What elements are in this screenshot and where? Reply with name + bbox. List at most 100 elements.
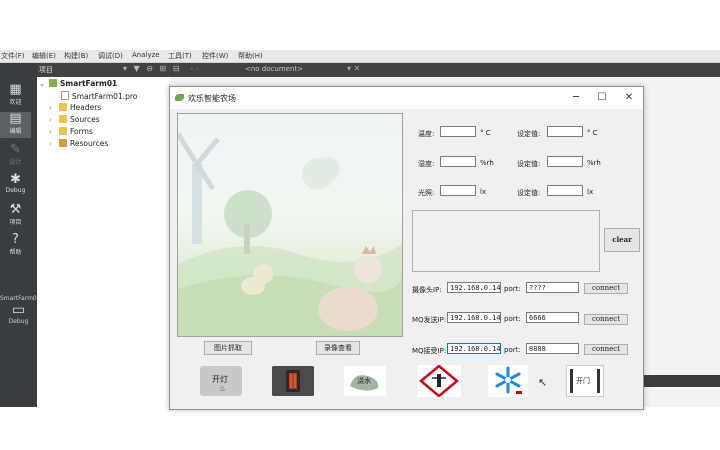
mq-send-ip-field[interactable]: 192.168.0.144 xyxy=(447,312,501,323)
close-button[interactable]: ✕ xyxy=(619,90,639,106)
maximize-button[interactable]: ☐ xyxy=(592,90,612,106)
chevron-right-icon[interactable]: › xyxy=(49,103,59,112)
light-setpoint-field[interactable] xyxy=(547,185,583,196)
humidity-unit: %rh xyxy=(480,159,494,167)
record-view-button[interactable]: 录像查看 xyxy=(316,341,360,355)
menu-edit[interactable]: 编辑(E) xyxy=(32,51,56,61)
chevron-right-icon[interactable]: › xyxy=(49,127,59,136)
forms-folder-icon xyxy=(59,127,67,135)
ventilation-button[interactable] xyxy=(417,365,461,397)
mq-recv-port-field[interactable]: 8888 xyxy=(526,343,579,354)
mode-help[interactable]: ? 帮助 xyxy=(0,233,31,257)
message-log[interactable] xyxy=(412,210,600,272)
tree-item-resources[interactable]: › Resources xyxy=(49,139,108,151)
mq-recv-ip-label: MQ接受IP: xyxy=(412,347,447,355)
camera-ip-label: 摄像头IP: xyxy=(412,286,442,294)
menu-tools[interactable]: 工具(T) xyxy=(168,51,192,61)
document-label[interactable]: <no document> xyxy=(245,65,303,73)
tree-item-sources[interactable]: › Sources xyxy=(49,115,100,127)
project-icon xyxy=(49,79,57,87)
menu-debug[interactable]: 调试(D) xyxy=(98,51,123,61)
filter-icon[interactable]: ▾ ▼ ⊖ ⊞ ⊟ xyxy=(123,64,181,73)
water-label: 浇水 xyxy=(357,377,371,385)
mode-projects-label: 项目 xyxy=(9,219,22,226)
capture-button[interactable]: 图片抓取 xyxy=(204,341,252,355)
chevron-right-icon[interactable]: › xyxy=(49,115,59,124)
output-pane-bar xyxy=(640,375,720,387)
lock-folder-icon xyxy=(59,139,67,147)
projects-label: 项目 xyxy=(39,66,53,74)
tree-item-pro[interactable]: SmartFarm01.pro xyxy=(61,91,137,103)
clear-button[interactable]: clear xyxy=(604,228,640,252)
tree-forms-label: Forms xyxy=(70,127,93,136)
grid-icon: ▦ xyxy=(9,82,22,97)
close-document-icon[interactable]: ▾ ✕ xyxy=(347,64,360,73)
chevron-down-icon[interactable]: ⌄ xyxy=(39,79,49,88)
temperature-setpoint-field[interactable] xyxy=(547,126,583,137)
humidity-field[interactable] xyxy=(440,156,476,167)
mode-edit-label: 编辑 xyxy=(9,128,22,135)
mode-projects[interactable]: ⚒ 项目 xyxy=(0,202,31,227)
camera-connect-button[interactable]: connect xyxy=(584,283,628,294)
window-title: 欢乐智能农场 xyxy=(188,94,236,103)
light-on-button[interactable]: 开灯 ♨ xyxy=(200,366,242,396)
folder-icon xyxy=(59,103,67,111)
tree-item-forms[interactable]: › Forms xyxy=(49,127,93,139)
temperature-field[interactable] xyxy=(440,126,476,137)
qtc-toolbar: 项目 ▾ ▼ ⊖ ⊞ ⊟ ‹ › <no document> ▾ ✕ xyxy=(37,63,720,77)
light-set-label: 设定值: xyxy=(517,189,541,197)
mouse-cursor-icon: ↖ xyxy=(538,376,548,389)
smart-farm-window: 欢乐智能农场 ─ ☐ ✕ 图片抓取 录像查看 温度: ° C 设定值: ° C xyxy=(169,86,644,410)
pencil-icon: ✎ xyxy=(10,142,21,157)
water-button[interactable]: 浇水 xyxy=(344,366,386,396)
mode-design[interactable]: ✎ 设计 xyxy=(0,142,31,167)
heater-button[interactable] xyxy=(272,366,314,396)
humidity-set-label: 设定值: xyxy=(517,160,541,168)
mode-help-label: 帮助 xyxy=(9,249,22,256)
camera-ip-field[interactable]: 192.168.0.144 xyxy=(447,282,501,293)
window-titlebar[interactable]: 欢乐智能农场 ─ ☐ ✕ xyxy=(170,87,643,109)
light-set-unit: lx xyxy=(587,188,594,196)
humidity-set-unit: %rh xyxy=(587,159,601,167)
heater-icon xyxy=(272,366,314,396)
light-unit: lx xyxy=(480,188,487,196)
file-icon xyxy=(61,91,69,100)
tree-sources-label: Sources xyxy=(70,115,100,124)
mq-send-connect-button[interactable]: connect xyxy=(584,314,628,325)
cooling-button[interactable] xyxy=(488,365,528,397)
menu-help[interactable]: 帮助(H) xyxy=(238,51,263,61)
monitor-icon: ▭ xyxy=(11,302,26,318)
mode-welcome[interactable]: ▦ 欢迎 xyxy=(0,82,31,107)
tree-item-headers[interactable]: › Headers xyxy=(49,103,101,115)
mq-recv-connect-button[interactable]: connect xyxy=(584,344,628,355)
mq-send-port-label: port: xyxy=(504,315,521,323)
menu-file[interactable]: 文件(F) xyxy=(1,51,25,61)
menu-build[interactable]: 构建(B) xyxy=(64,51,88,61)
minimize-button[interactable]: ─ xyxy=(566,90,586,106)
wrench-icon: ⚒ xyxy=(9,202,22,217)
mq-recv-ip-field[interactable]: 192.168.0.144 xyxy=(447,343,501,354)
mode-debug[interactable]: ✱ Debug xyxy=(0,172,31,195)
open-door-label: 开门 xyxy=(576,377,590,385)
mode-edit[interactable]: ▤ 编辑 xyxy=(0,112,31,138)
farm-illustration xyxy=(178,132,402,336)
nav-arrows-icon[interactable]: ‹ › xyxy=(190,64,199,73)
camera-port-field[interactable]: ???? xyxy=(526,282,579,293)
kit-selector[interactable]: SmartFarm01 ▭ Debug xyxy=(0,295,41,325)
mq-send-port-field[interactable]: 6666 xyxy=(526,312,579,323)
tree-item-root[interactable]: ⌄ SmartFarm01 xyxy=(39,79,117,91)
tree-pro-label: SmartFarm01.pro xyxy=(72,92,138,101)
bug-icon: ✱ xyxy=(10,172,21,187)
tree-resources-label: Resources xyxy=(70,139,109,148)
menu-analyze[interactable]: Analyze xyxy=(132,51,160,59)
temperature-set-unit: ° C xyxy=(587,129,598,137)
light-field[interactable] xyxy=(440,185,476,196)
open-door-button[interactable]: 开门 xyxy=(566,365,604,397)
chevron-right-icon[interactable]: › xyxy=(49,139,59,148)
menu-widgets[interactable]: 控件(W) xyxy=(202,51,228,61)
humidity-setpoint-field[interactable] xyxy=(547,156,583,167)
door-frame-left xyxy=(570,369,573,393)
tree-headers-label: Headers xyxy=(70,103,102,112)
folder-icon xyxy=(59,115,67,123)
temperature-unit: ° C xyxy=(480,129,491,137)
